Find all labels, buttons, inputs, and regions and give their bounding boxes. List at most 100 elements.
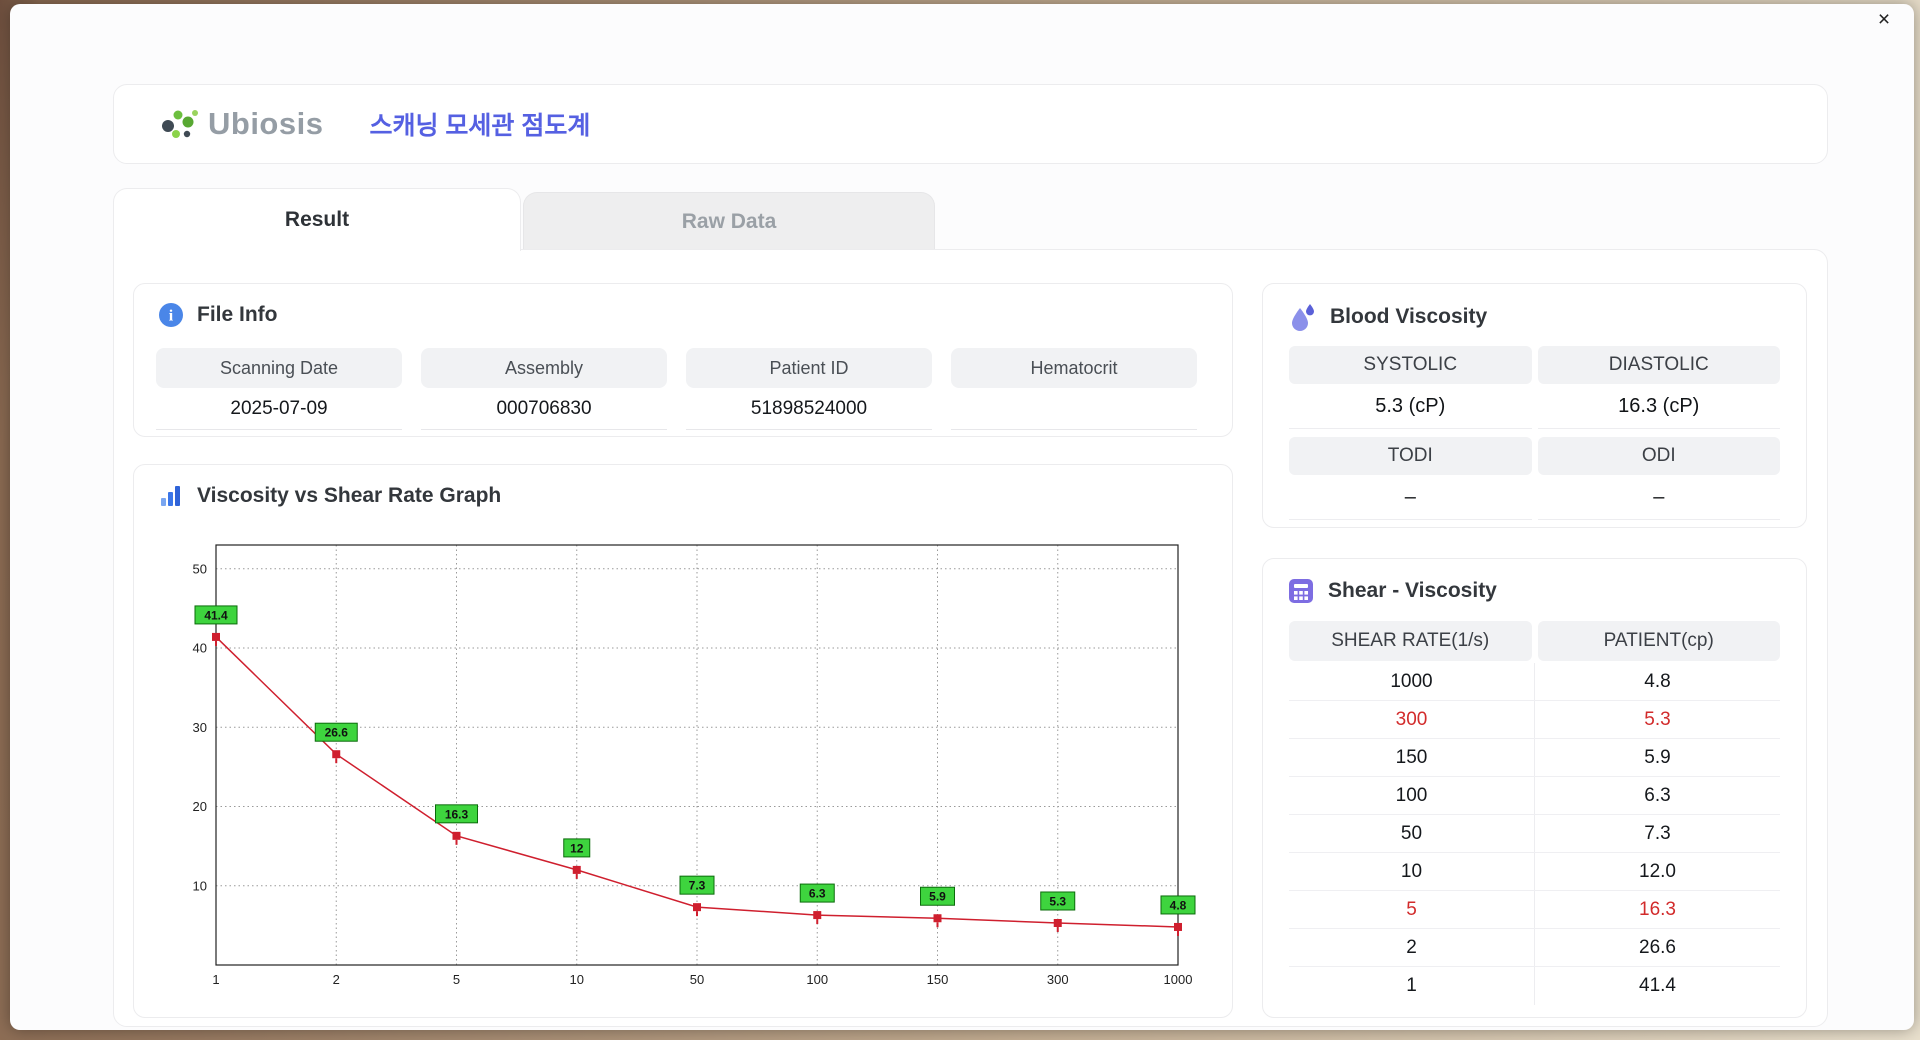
svg-text:150: 150 <box>927 972 949 987</box>
todi-header: TODI <box>1289 437 1532 475</box>
svg-text:1: 1 <box>212 972 219 987</box>
patient-viscosity-cell: 5.9 <box>1644 746 1671 768</box>
svg-text:20: 20 <box>193 799 207 814</box>
field-label: Hematocrit <box>951 348 1197 388</box>
patient-viscosity-cell: 26.6 <box>1639 936 1676 958</box>
svg-text:100: 100 <box>806 972 828 987</box>
odi-value: – <box>1537 475 1780 520</box>
odi-header: ODI <box>1537 437 1780 475</box>
shear-rate-column-header: SHEAR RATE(1/s) <box>1289 621 1532 661</box>
app-window: × Ubiosis 스캐닝 모세관 점도계 Result Raw Data i … <box>10 4 1914 1030</box>
graph-title: Viscosity vs Shear Rate Graph <box>197 484 502 507</box>
svg-text:16.3: 16.3 <box>445 807 469 821</box>
table-row: 5 16.3 <box>1289 891 1780 929</box>
viscosity-chart-svg: 10203040501 2 5 10 50 100 150 300 100041.426.616… <box>193 544 1196 987</box>
field-assembly: Assembly 000706830 <box>421 348 667 430</box>
ubiosis-logo-icon <box>162 110 198 138</box>
patient-viscosity-cell: 4.8 <box>1644 670 1671 692</box>
svg-text:10: 10 <box>570 972 584 987</box>
shear-rate-cell: 1000 <box>1289 663 1535 700</box>
todi-value: – <box>1289 475 1532 520</box>
page-title: 스캐닝 모세관 점도계 <box>369 112 591 140</box>
content-panel: i File Info Scanning Date 2025-07-09 Ass… <box>113 249 1828 1027</box>
field-patient-id: Patient ID 51898524000 <box>686 348 932 430</box>
tab-raw-data[interactable]: Raw Data <box>523 192 935 250</box>
shear-rate-cell: 150 <box>1289 739 1535 776</box>
svg-text:2: 2 <box>333 972 340 987</box>
svg-text:5.9: 5.9 <box>929 890 946 904</box>
tab-label: Result <box>284 208 350 231</box>
tab-result[interactable]: Result <box>113 188 521 251</box>
patient-viscosity-cell: 6.3 <box>1644 784 1671 806</box>
shear-rate-cell: 300 <box>1289 701 1535 738</box>
shear-viscosity-title: Shear - Viscosity <box>1328 579 1497 602</box>
svg-text:12: 12 <box>570 841 584 855</box>
close-icon[interactable]: × <box>1870 6 1898 34</box>
patient-viscosity-cell: 5.3 <box>1644 708 1671 730</box>
svg-text:41.4: 41.4 <box>204 608 228 622</box>
svg-text:5: 5 <box>453 972 460 987</box>
svg-text:30: 30 <box>193 720 207 735</box>
svg-text:7.3: 7.3 <box>689 879 706 893</box>
field-label: Assembly <box>421 348 667 388</box>
svg-text:1000: 1000 <box>1164 972 1193 987</box>
shear-rate-cell: 1 <box>1289 967 1535 1005</box>
ubiosis-logo: Ubiosis <box>156 103 323 145</box>
svg-text:i: i <box>169 308 174 325</box>
blood-viscosity-card: Blood Viscosity SYSTOLIC DIASTOLIC 5.3 (… <box>1262 283 1807 528</box>
field-scanning-date: Scanning Date 2025-07-09 <box>156 348 402 430</box>
blood-viscosity-title: Blood Viscosity <box>1330 305 1488 328</box>
table-row: 10 12.0 <box>1289 853 1780 891</box>
calculator-icon <box>1289 579 1313 603</box>
patient-column-header: PATIENT(cp) <box>1537 621 1780 661</box>
systolic-header: SYSTOLIC <box>1289 346 1532 384</box>
graph-header: Viscosity vs Shear Rate Graph <box>134 465 1232 509</box>
bar-chart-icon <box>161 486 180 506</box>
field-label: Patient ID <box>686 348 932 388</box>
file-info-title: File Info <box>197 303 278 326</box>
patient-viscosity-cell: 12.0 <box>1639 860 1676 882</box>
info-icon: i <box>159 303 183 327</box>
file-info-fields: Scanning Date 2025-07-09 Assembly 000706… <box>156 348 1197 430</box>
diastolic-value: 16.3 (cP) <box>1537 384 1780 429</box>
systolic-value: 5.3 (cP) <box>1289 384 1532 429</box>
field-value <box>951 388 1197 430</box>
table-row: 150 5.9 <box>1289 739 1780 777</box>
table-row: 1000 4.8 <box>1289 663 1780 701</box>
field-value: 2025-07-09 <box>156 388 402 430</box>
table-row: 1 41.4 <box>1289 967 1780 1005</box>
table-row: 50 7.3 <box>1289 815 1780 853</box>
shear-rate-cell: 50 <box>1289 815 1535 852</box>
field-value: 000706830 <box>421 388 667 430</box>
shear-rate-cell: 100 <box>1289 777 1535 814</box>
shear-viscosity-header: Shear - Viscosity <box>1263 559 1806 605</box>
svg-text:6.3: 6.3 <box>809 887 826 901</box>
file-info-header: i File Info <box>134 284 1232 328</box>
field-value: 51898524000 <box>686 388 932 430</box>
patient-viscosity-cell: 7.3 <box>1644 822 1671 844</box>
logo-text: Ubiosis <box>208 106 324 141</box>
svg-text:5.3: 5.3 <box>1049 895 1066 909</box>
graph-card: Viscosity vs Shear Rate Graph 10 20 30 40 50… <box>133 464 1233 1018</box>
patient-viscosity-cell: 16.3 <box>1639 898 1676 920</box>
field-label: Scanning Date <box>156 348 402 388</box>
file-info-card: i File Info Scanning Date 2025-07-09 Ass… <box>133 283 1233 437</box>
svg-text:300: 300 <box>1047 972 1069 987</box>
viscosity-chart: 10 20 30 40 50 1 2 5 10 50 100 150 300 1000 41.4 26.6 16… <box>170 521 1200 1006</box>
svg-text:40: 40 <box>193 641 207 656</box>
diastolic-header: DIASTOLIC <box>1537 346 1780 384</box>
table-row: 100 6.3 <box>1289 777 1780 815</box>
shear-viscosity-rows: 1000 4.8 300 5.3 150 5.9 100 6.3 50 7.3 10 12.0 5 16.… <box>1289 663 1780 1005</box>
blood-viscosity-header: Blood Viscosity <box>1263 284 1806 332</box>
table-row: 2 26.6 <box>1289 929 1780 967</box>
blood-viscosity-table: SYSTOLIC DIASTOLIC 5.3 (cP) 16.3 (cP) TO… <box>1289 346 1780 520</box>
table-row: 300 5.3 <box>1289 701 1780 739</box>
water-drop-icon <box>1292 304 1314 331</box>
shear-rate-cell: 5 <box>1289 891 1535 928</box>
tab-label: Raw Data <box>681 209 777 233</box>
shear-viscosity-card: Shear - Viscosity SHEAR RATE(1/s) PATIEN… <box>1262 558 1807 1018</box>
shear-rate-cell: 10 <box>1289 853 1535 890</box>
field-hematocrit: Hematocrit <box>951 348 1197 430</box>
svg-text:10: 10 <box>193 878 207 893</box>
svg-text:26.6: 26.6 <box>325 726 349 740</box>
